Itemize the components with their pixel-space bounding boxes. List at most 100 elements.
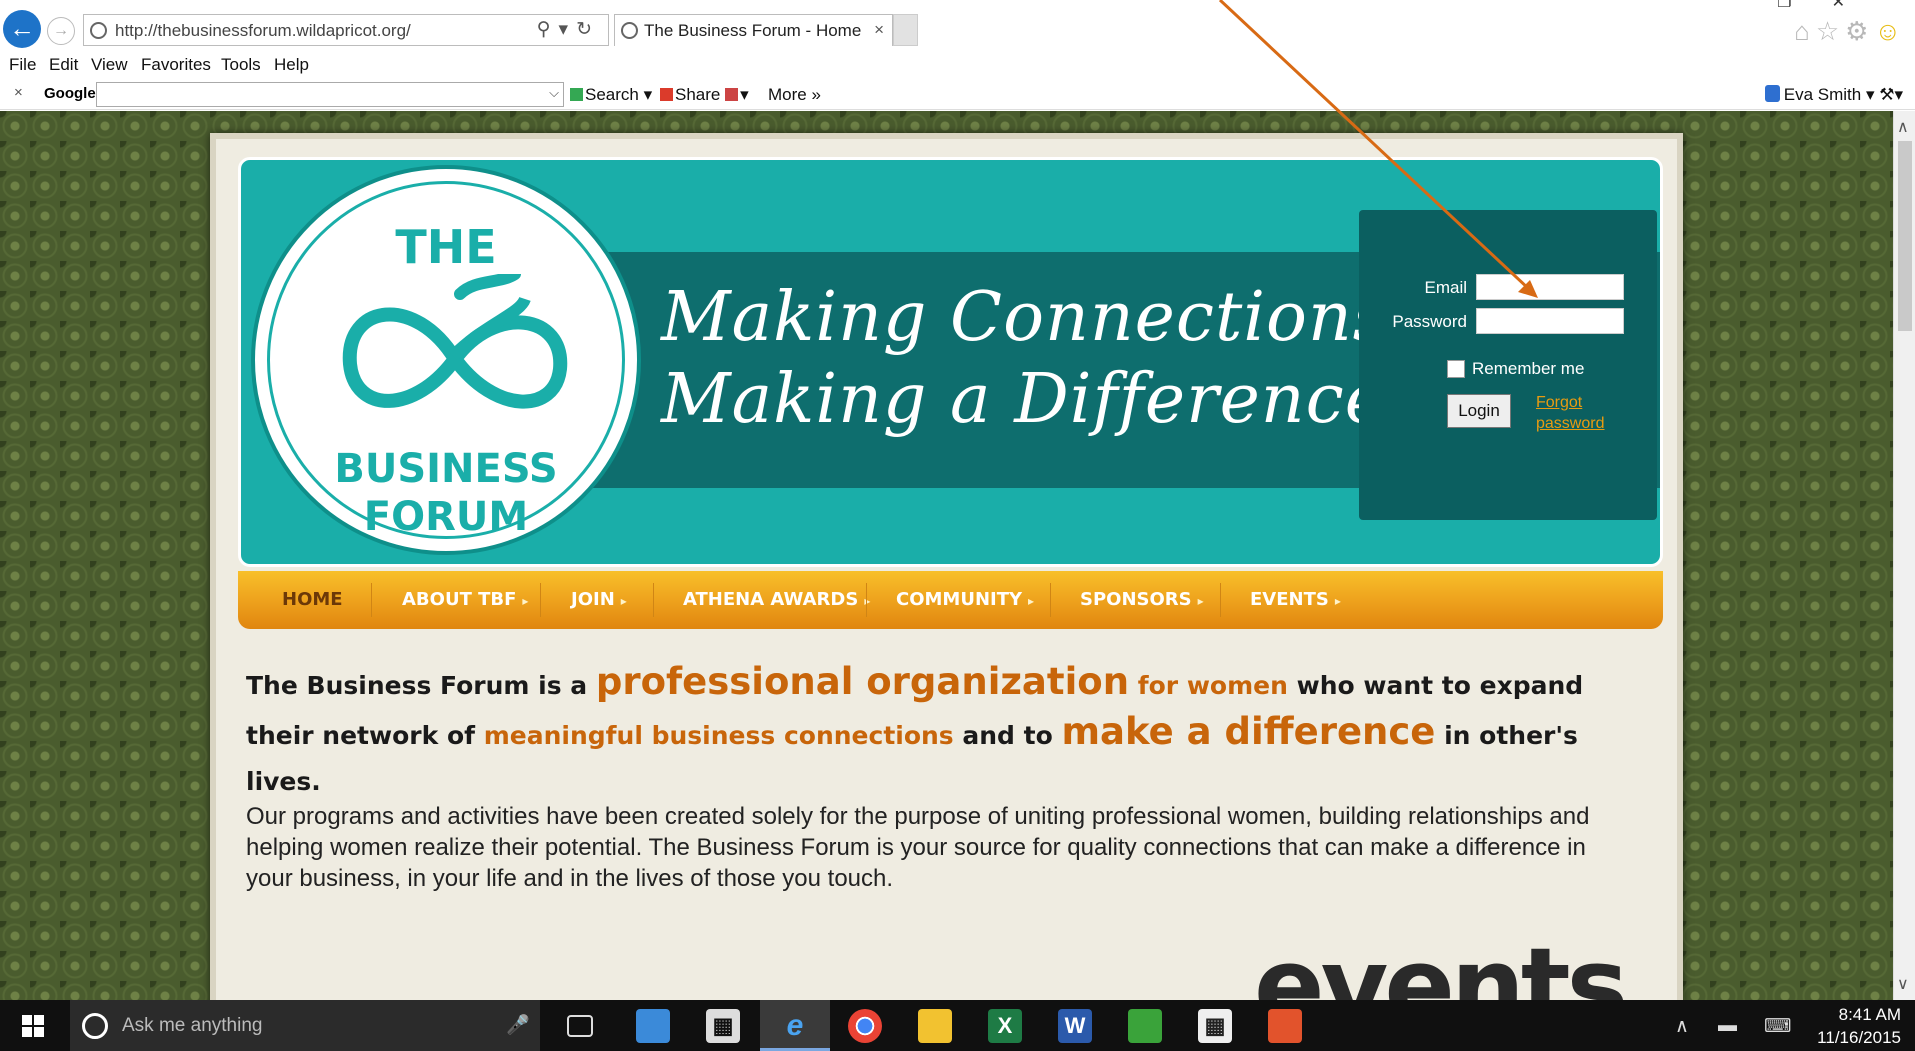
nav-community[interactable]: COMMUNITY ▸ <box>896 589 1034 610</box>
dropdown-icon[interactable]: ▾ <box>559 19 577 40</box>
remember-me-checkbox[interactable] <box>1447 360 1465 378</box>
show-hidden-icons-icon[interactable]: ∧ <box>1675 1015 1689 1038</box>
tab-globe-icon <box>621 22 638 39</box>
window-controls[interactable]: ❐✕ <box>1777 0 1885 12</box>
nav-divider <box>540 583 541 617</box>
page-viewport: THE BUSINESS FORUM Making Connections. M… <box>0 111 1893 1000</box>
forgot-password-link[interactable]: Forgot password <box>1536 392 1626 434</box>
keyboard-icon[interactable]: ⌨ <box>1764 1015 1791 1038</box>
share-extra-icon[interactable] <box>725 88 739 101</box>
nav-home[interactable]: HOME <box>282 589 343 610</box>
refresh-icon[interactable]: ↻ <box>576 19 600 40</box>
menu-file[interactable]: File <box>9 55 36 75</box>
taskbar: Ask me anything 🎤 ▦ e X W ▦ ∧ ▬ ⌨ 8:41 A… <box>0 1000 1915 1051</box>
tagline-line-2: Making a Difference. <box>661 360 1409 439</box>
browser-actions[interactable]: ⌂☆⚙☺ <box>1794 16 1907 47</box>
system-clock[interactable]: 8:41 AM 11/16/2015 <box>1817 1003 1901 1049</box>
scroll-down-icon[interactable]: ∨ <box>1897 974 1909 994</box>
main-nav: HOME ABOUT TBF ▸ JOIN ▸ ATHENA AWARDS ▸ COM… <box>238 571 1663 629</box>
solitaire-app-icon[interactable] <box>1128 1009 1162 1043</box>
address-bar[interactable]: http://thebusinessforum.wildapricot.org/… <box>83 14 609 46</box>
windows-start-icon[interactable] <box>22 1015 44 1037</box>
menu-edit[interactable]: Edit <box>49 55 78 75</box>
tab-close-icon[interactable]: × <box>874 20 884 40</box>
user-account-button[interactable]: Eva Smith ▾ ⚒▾ <box>1764 85 1903 105</box>
toolbar-more-label: More <box>768 85 807 104</box>
menu-tools[interactable]: Tools <box>221 55 261 75</box>
nav-join[interactable]: JOIN ▸ <box>571 589 627 610</box>
chrome-app-icon[interactable] <box>848 1009 882 1043</box>
google-logo: Google <box>44 85 96 102</box>
restore-icon[interactable]: ❐ <box>1777 0 1831 11</box>
window-close-icon[interactable]: ✕ <box>1832 0 1885 11</box>
excel-app-icon[interactable]: X <box>988 1009 1022 1043</box>
nav-divider <box>371 583 372 617</box>
nav-home-label: HOME <box>282 589 343 610</box>
page-scrollbar[interactable]: ∧ ∨ <box>1893 111 1915 1000</box>
start-tile <box>22 1015 32 1025</box>
nav-sponsors-label: SPONSORS <box>1080 589 1192 610</box>
calendar-app-icon[interactable]: ▦ <box>1198 1009 1232 1043</box>
password-field[interactable] <box>1476 308 1624 334</box>
home-icon[interactable]: ⌂ <box>1794 16 1816 46</box>
logo-infinity-icon <box>342 274 568 409</box>
nav-about[interactable]: ABOUT TBF ▸ <box>402 589 528 610</box>
toolbar-close-icon[interactable]: × <box>14 84 23 101</box>
start-tile <box>34 1015 44 1025</box>
task-view-icon[interactable] <box>567 1015 593 1037</box>
chevron-down-icon[interactable]: ⌵ <box>549 85 559 101</box>
contacts-app-icon[interactable] <box>636 1009 670 1043</box>
forward-button[interactable]: → <box>47 17 75 45</box>
nav-sponsors[interactable]: SPONSORS ▸ <box>1080 589 1204 610</box>
login-button[interactable]: Login <box>1447 394 1511 428</box>
address-text[interactable]: http://thebusinessforum.wildapricot.org/ <box>115 21 411 41</box>
menu-help[interactable]: Help <box>274 55 309 75</box>
menu-view[interactable]: View <box>91 55 128 75</box>
gear-icon[interactable]: ⚙ <box>1845 16 1874 46</box>
back-button[interactable]: ← <box>3 10 41 48</box>
nav-athena-awards[interactable]: ATHENA AWARDS ▸ <box>683 589 870 610</box>
start-tile <box>22 1027 32 1037</box>
nav-community-label: COMMUNITY <box>896 589 1023 610</box>
business-forum-logo[interactable]: THE BUSINESS FORUM <box>251 165 641 555</box>
events-heading[interactable]: events <box>1254 925 1629 1000</box>
google-g-icon <box>570 88 583 101</box>
nav-about-label: ABOUT TBF <box>402 589 517 610</box>
clock-date: 11/16/2015 <box>1817 1028 1901 1047</box>
tab-home[interactable]: The Business Forum - Home × <box>614 14 893 46</box>
submenu-arrow-icon: ▸ <box>1197 594 1204 608</box>
toolbar-share-button[interactable]: Share ▾ <box>660 85 749 105</box>
powerpoint-app-icon[interactable] <box>1268 1009 1302 1043</box>
favorites-star-icon[interactable]: ☆ <box>1816 16 1845 46</box>
scroll-thumb[interactable] <box>1898 141 1912 331</box>
remember-me-label: Remember me <box>1472 359 1585 378</box>
share-icon <box>660 88 673 101</box>
user-icon <box>1764 85 1780 102</box>
calculator-app-icon[interactable]: ▦ <box>706 1009 740 1043</box>
nav-athena-label: ATHENA AWARDS <box>683 589 859 610</box>
scroll-up-icon[interactable]: ∧ <box>1897 117 1909 137</box>
nav-divider <box>1220 583 1221 617</box>
feedback-smiley-icon[interactable]: ☺ <box>1874 16 1907 46</box>
search-icon[interactable]: ⚲ <box>537 19 559 40</box>
new-tab-button[interactable] <box>893 14 918 46</box>
address-actions[interactable]: ⚲▾↻ <box>537 18 600 41</box>
microphone-icon[interactable]: 🎤 <box>506 1013 530 1037</box>
wrench-icon[interactable]: ⚒ <box>1879 85 1894 104</box>
email-field[interactable] <box>1476 274 1624 300</box>
file-explorer-icon[interactable] <box>918 1009 952 1043</box>
start-tile <box>34 1027 44 1037</box>
toolbar-search-button[interactable]: Search ▾ <box>570 85 652 105</box>
action-center-icon[interactable]: ▬ <box>1718 1015 1737 1037</box>
menu-favorites[interactable]: Favorites <box>141 55 211 75</box>
cortana-search[interactable]: Ask me anything 🎤 <box>70 1000 540 1051</box>
nav-events[interactable]: EVENTS ▸ <box>1250 589 1341 610</box>
internet-explorer-icon[interactable]: e <box>778 1009 812 1043</box>
login-panel: Email Password Remember me Login Forgot … <box>1359 210 1657 520</box>
word-app-icon[interactable]: W <box>1058 1009 1092 1043</box>
google-search-input[interactable]: ⌵ <box>96 82 564 107</box>
submenu-arrow-icon: ▸ <box>1028 594 1035 608</box>
toolbar-more-button[interactable]: More » <box>768 85 821 105</box>
intro-text: and to <box>953 721 1062 750</box>
submenu-arrow-icon: ▸ <box>522 594 529 608</box>
